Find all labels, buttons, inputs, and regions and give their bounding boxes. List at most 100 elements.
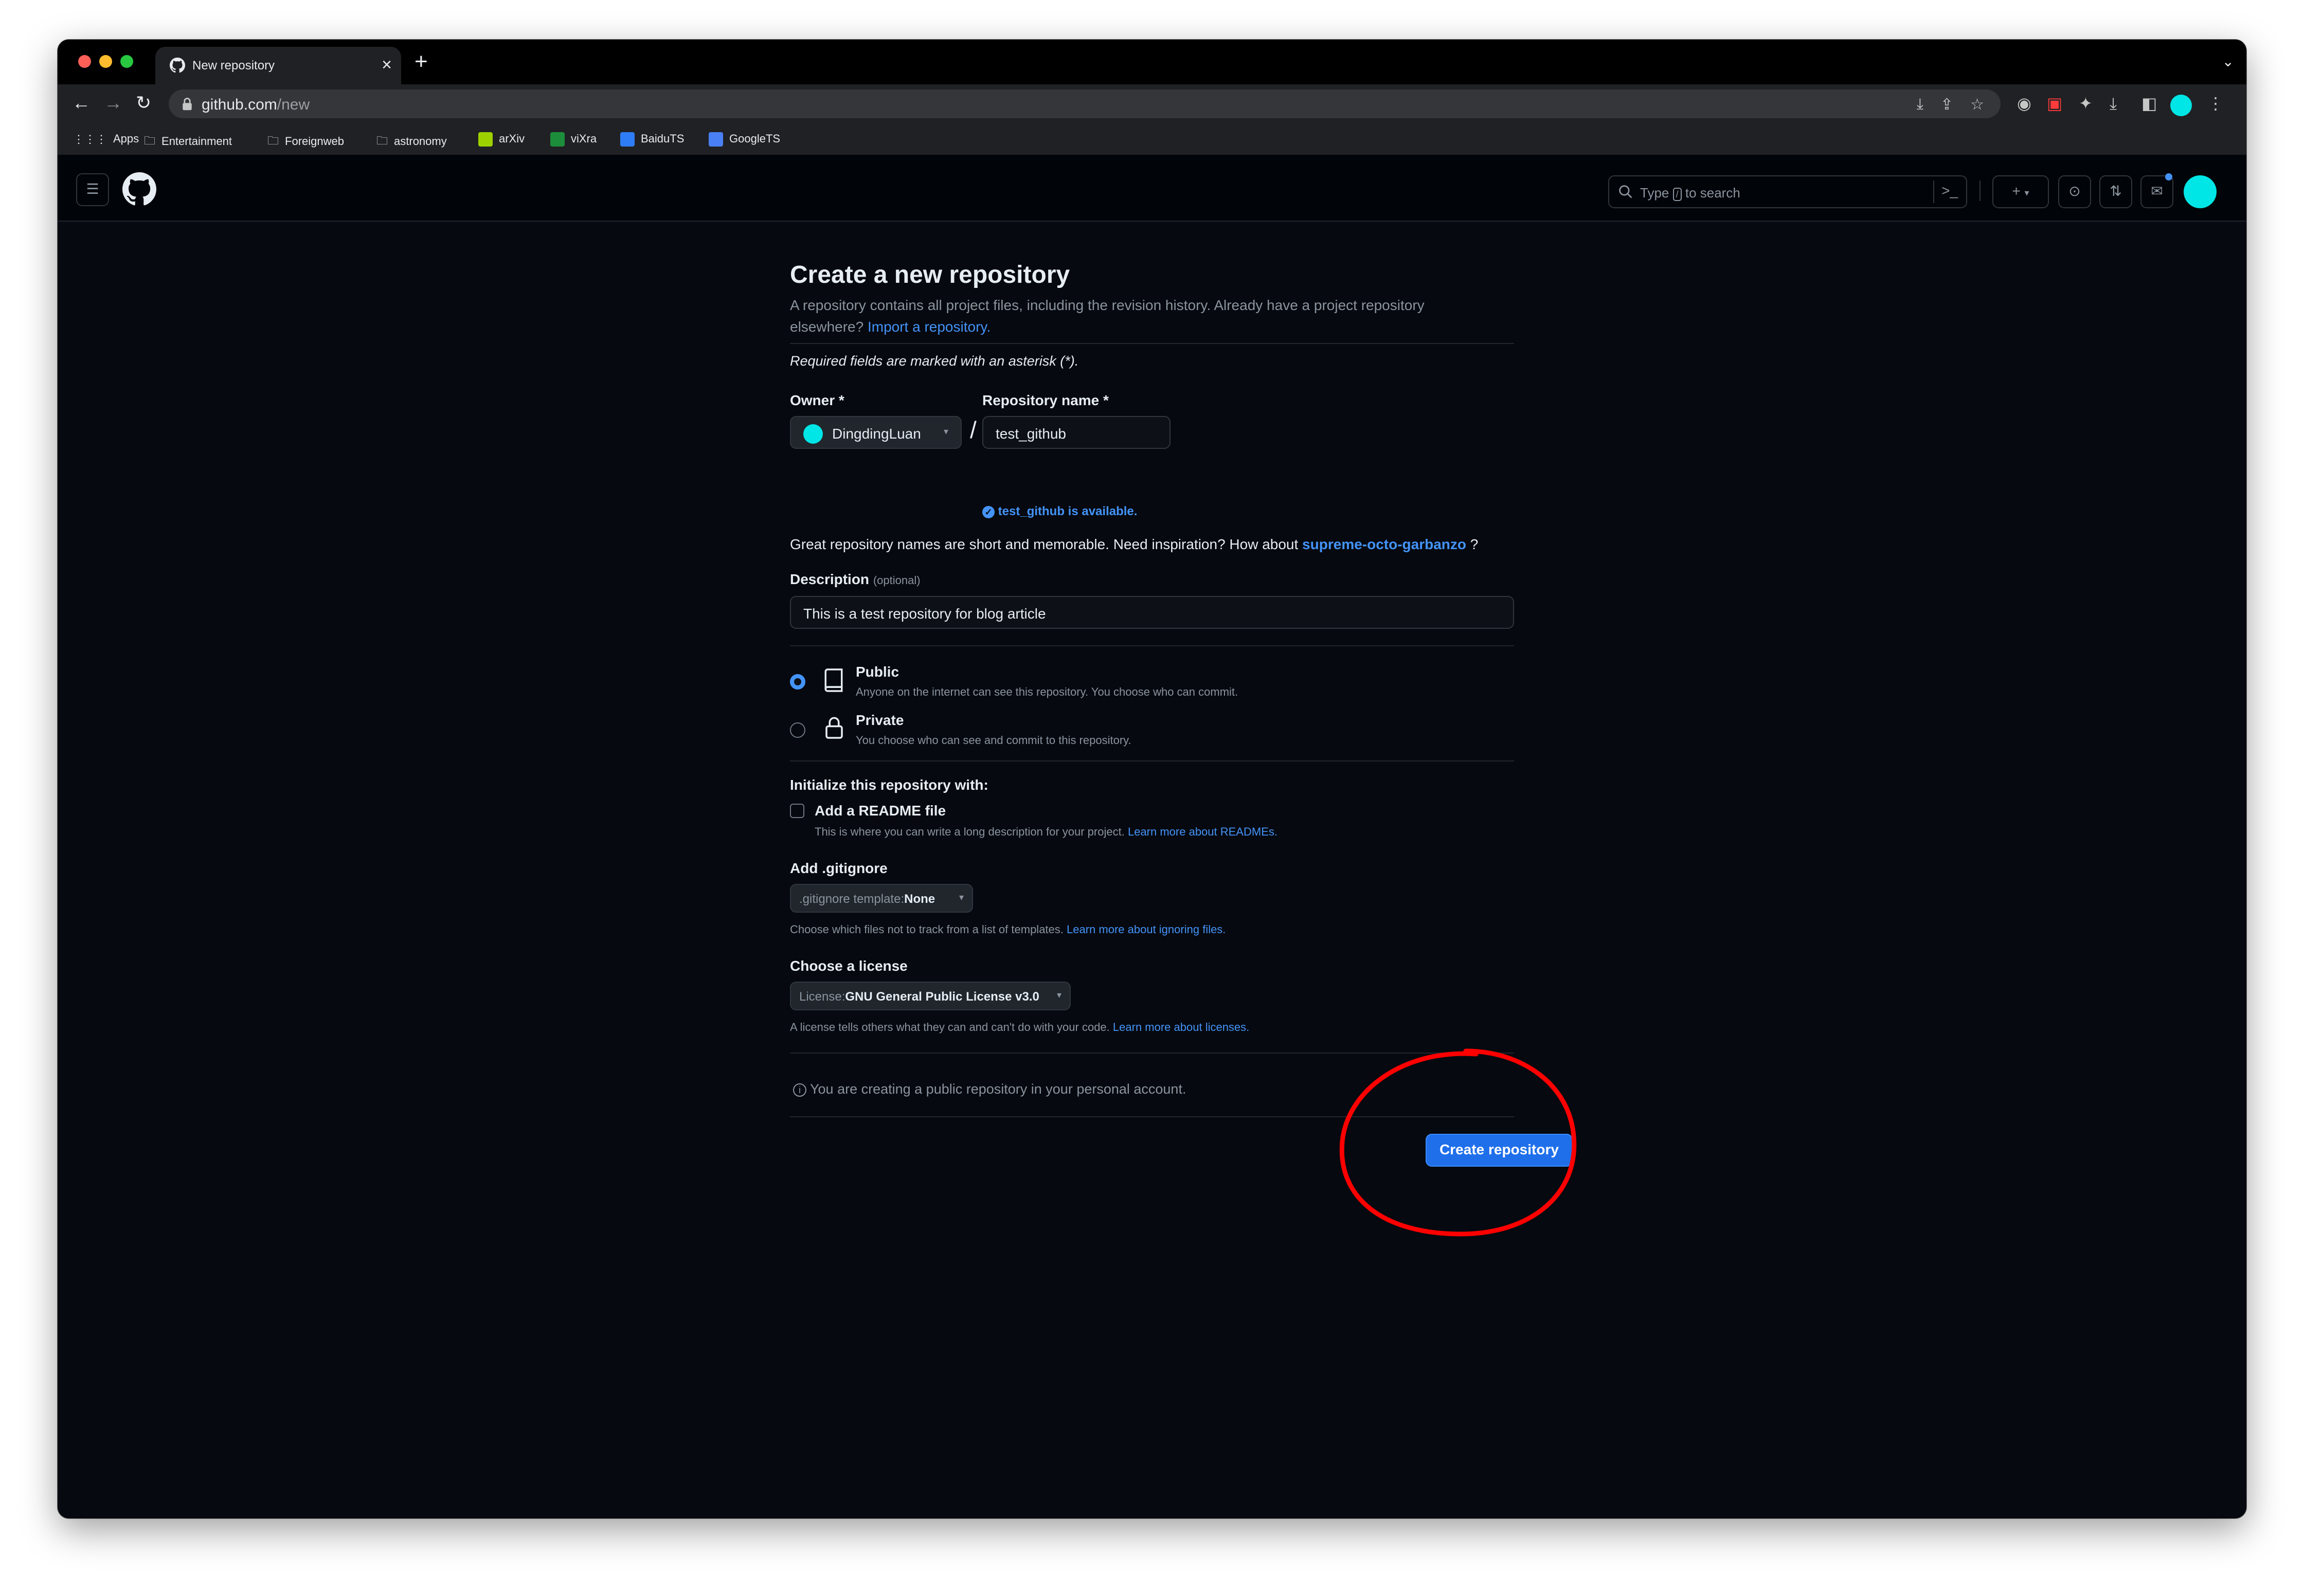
description-label: Description (optional) [790, 571, 921, 587]
create-repository-button[interactable]: Create repository [1426, 1134, 1573, 1167]
plus-icon: + [2012, 183, 2021, 199]
baidu-translate-icon [620, 132, 635, 147]
address-bar[interactable]: github.com/new ⤓ ⇪ ☆ [169, 89, 2001, 118]
search-input[interactable]: Type / to search >_ [1608, 175, 1967, 208]
back-arrow-icon[interactable]: ← [72, 92, 91, 114]
chevron-down-icon: ▾ [959, 892, 964, 902]
side-panel-icon[interactable]: ◧ [2141, 94, 2157, 113]
vixra-icon [550, 132, 565, 147]
description-value: This is a test repository for blog artic… [803, 606, 1046, 622]
owner-dropdown[interactable]: DingdingLuan ▾ [790, 416, 962, 449]
search-icon [1619, 185, 1632, 198]
divider [790, 343, 1514, 344]
url-host: github.com [202, 96, 277, 113]
tab-close-icon[interactable]: × [382, 55, 392, 75]
close-window-button[interactable] [78, 55, 91, 68]
license-dropdown[interactable]: License:GNU General Public License v3.0 … [790, 982, 1071, 1010]
readme-description: This is where you can write a long descr… [815, 825, 1277, 838]
command-palette-icon[interactable]: >_ [1941, 183, 1958, 199]
tab-search-chevron-icon[interactable]: ⌄ [2222, 53, 2234, 70]
create-new-dropdown[interactable]: + ▾ [1992, 175, 2049, 208]
lock-icon [825, 717, 843, 739]
pull-requests-icon[interactable]: ⇅ [2099, 175, 2132, 208]
extension-circle-icon[interactable]: ◉ [2017, 94, 2031, 113]
bookmark-baidu[interactable]: BaiduTS [620, 132, 684, 147]
profile-avatar[interactable] [2170, 95, 2192, 116]
bookmark-entertainment[interactable]: 🗀 Entertainment [144, 132, 232, 152]
url-text: github.com/new [202, 96, 310, 114]
new-tab-icon[interactable]: + [415, 49, 428, 75]
gitignore-learn-more-link[interactable]: Learn more about ignoring files. [1067, 923, 1226, 936]
notification-dot [2165, 173, 2172, 180]
reload-icon[interactable]: ↻ [136, 92, 151, 114]
owner-value: DingdingLuan [832, 426, 921, 442]
browser-tab[interactable]: New repository × [155, 47, 401, 84]
readme-checkbox[interactable] [790, 804, 804, 818]
info-icon: i [793, 1083, 806, 1097]
extensions-puzzle-icon[interactable]: ✦ [2079, 94, 2093, 113]
required-note: Required fields are marked with an aster… [790, 353, 1079, 369]
bookmarks-bar: ⋮⋮⋮ Apps 🗀 Entertainment 🗀 Foreignweb 🗀 astr… [58, 123, 2246, 155]
minimize-window-button[interactable] [99, 55, 112, 68]
issues-icon[interactable]: ⊙ [2058, 175, 2091, 208]
maximize-window-button[interactable] [120, 55, 133, 68]
bookmark-google[interactable]: GoogleTS [709, 132, 780, 147]
readme-learn-more-link[interactable]: Learn more about READMEs. [1128, 825, 1277, 838]
owner-repo-separator: / [970, 416, 977, 443]
github-header: ☰ Type / to search >_ + ▾ ⊙ ⇅ ✉ [58, 155, 2246, 222]
bookmark-star-icon[interactable]: ☆ [1970, 96, 1984, 114]
tab-strip: New repository × + ⌄ [58, 40, 2246, 84]
tab-title: New repository [192, 59, 275, 72]
repo-name-input[interactable]: test_github [982, 416, 1171, 449]
browser-window: New repository × + ⌄ ← → ↻ github.com/ne… [58, 40, 2246, 1518]
license-value: GNU General Public License v3.0 [845, 990, 1039, 1004]
gitignore-dropdown[interactable]: .gitignore template:None ▾ [790, 884, 973, 913]
search-divider [1933, 180, 1934, 203]
google-translate-icon [709, 132, 723, 147]
private-label: Private [856, 712, 904, 728]
readme-label: Add a README file [815, 803, 946, 819]
share-icon[interactable]: ⇪ [1940, 96, 1953, 114]
repo-name-value: test_github [996, 426, 1066, 442]
folder-icon: 🗀 [144, 134, 156, 147]
import-repo-link[interactable]: Import a repository. [868, 319, 991, 335]
visibility-public-radio[interactable] [790, 674, 805, 690]
description-input[interactable]: This is a test repository for blog artic… [790, 596, 1514, 629]
divider [790, 760, 1514, 761]
visibility-private-radio[interactable] [790, 722, 805, 738]
search-placeholder: Type / to search [1640, 185, 1740, 201]
check-circle-icon: ✓ [982, 505, 995, 518]
license-learn-more-link[interactable]: Learn more about licenses. [1113, 1021, 1249, 1033]
more-menu-icon[interactable]: ⋮ [2207, 94, 2224, 113]
github-favicon-icon [170, 58, 185, 73]
init-label: Initialize this repository with: [790, 777, 988, 793]
install-app-icon[interactable]: ⤓ [1917, 96, 1923, 113]
hamburger-menu-icon[interactable]: ☰ [76, 173, 109, 206]
public-description: Anyone on the internet can see this repo… [856, 685, 1238, 698]
bookmark-apps[interactable]: ⋮⋮⋮ Apps [73, 132, 139, 146]
folder-icon: 🗀 [267, 134, 279, 147]
bookmark-vixra[interactable]: viXra [550, 132, 597, 147]
user-avatar[interactable] [2184, 175, 2217, 208]
header-divider [1979, 180, 1981, 201]
repo-icon [824, 668, 843, 692]
bookmark-astronomy[interactable]: 🗀 astronomy [376, 132, 447, 152]
forward-arrow-icon[interactable]: → [104, 92, 122, 114]
chevron-down-icon: ▾ [1056, 990, 1061, 1000]
lock-icon [183, 98, 192, 111]
bookmark-foreignweb[interactable]: 🗀 Foreignweb [267, 132, 344, 152]
suggested-name-link[interactable]: supreme-octo-garbanzo [1302, 536, 1466, 552]
downloads-icon[interactable]: ⤓ [2110, 94, 2117, 113]
divider [790, 1116, 1514, 1117]
availability-message: ✓ test_github is available. [982, 504, 1137, 519]
owner-label: Owner * [790, 392, 844, 408]
public-label: Public [856, 664, 899, 680]
license-label: Choose a license [790, 958, 908, 974]
apps-grid-icon: ⋮⋮⋮ [73, 133, 107, 146]
extension-red-icon[interactable]: ▣ [2047, 94, 2062, 113]
github-logo-icon[interactable] [122, 172, 156, 206]
page-title: Create a new repository [790, 261, 1070, 288]
bookmark-arxiv[interactable]: arXiv [478, 132, 525, 147]
info-note: i You are creating a public repository i… [793, 1081, 1186, 1097]
arxiv-icon [478, 132, 493, 147]
